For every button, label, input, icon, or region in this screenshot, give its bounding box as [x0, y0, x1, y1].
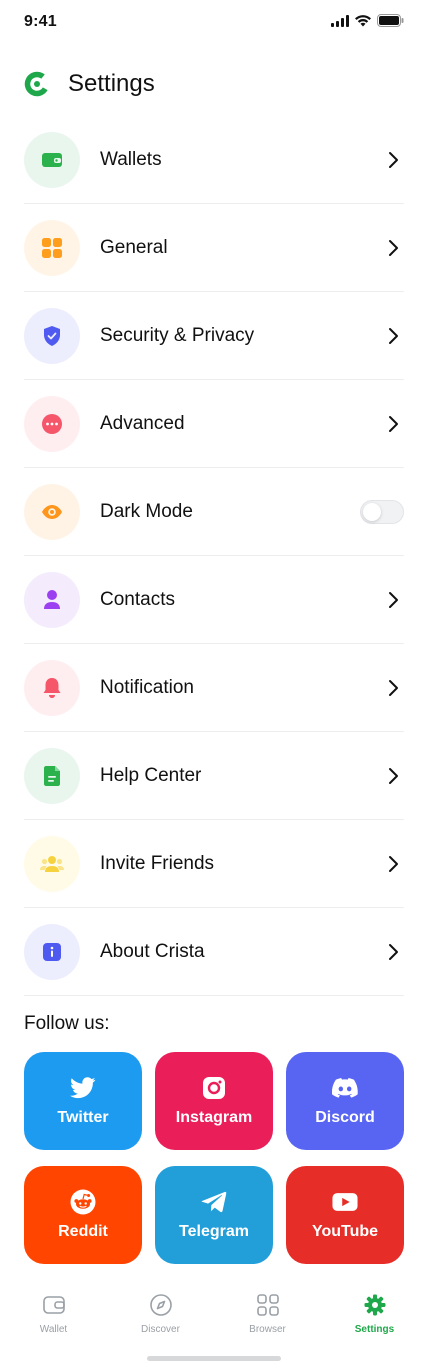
wallet-outline-icon	[42, 1293, 66, 1317]
settings-icon-circle	[24, 483, 80, 540]
twitter-button[interactable]: Twitter	[24, 1052, 142, 1150]
social-label: Instagram	[175, 1109, 253, 1126]
status-time: 9:41	[24, 13, 57, 30]
settings-item-security-privacy[interactable]: Security & Privacy	[24, 292, 404, 380]
settings-icon-circle	[24, 307, 80, 364]
status-bar: 9:41	[0, 0, 428, 44]
chevron-right-icon	[389, 855, 398, 872]
chevron-right-icon	[389, 151, 398, 168]
chevron-right-icon	[389, 767, 398, 784]
social-links-grid: Twitter Instagram Discord Reddit Telegra…	[24, 1052, 404, 1264]
telegram-icon	[201, 1189, 227, 1215]
user-icon	[44, 589, 60, 609]
settings-icon-circle	[24, 923, 80, 980]
settings-item-label: Advanced	[100, 412, 185, 434]
dark-mode-toggle[interactable]	[360, 499, 404, 524]
social-label: Twitter	[57, 1109, 109, 1126]
wifi-icon	[355, 14, 371, 26]
settings-item-label: Help Center	[100, 764, 202, 786]
settings-item-label: Security & Privacy	[100, 324, 255, 346]
nav-item-browser[interactable]: Browser	[214, 1280, 321, 1340]
discord-button[interactable]: Discord	[286, 1052, 404, 1150]
nav-item-wallet[interactable]: Wallet	[0, 1280, 107, 1340]
settings-item-wallets[interactable]: Wallets	[24, 116, 404, 204]
status-icons	[331, 14, 404, 27]
chevron-right-icon	[389, 679, 398, 696]
page-title: Settings	[68, 70, 155, 97]
settings-icon-circle	[24, 659, 80, 716]
settings-icon-circle	[24, 131, 80, 188]
compass-icon	[149, 1293, 173, 1317]
apps-icon	[256, 1293, 280, 1317]
settings-item-general[interactable]: General	[24, 204, 404, 292]
page-header: Settings	[24, 66, 155, 102]
youtube-button[interactable]: YouTube	[286, 1166, 404, 1264]
social-label: Discord	[315, 1109, 375, 1126]
users-icon	[40, 855, 64, 872]
settings-item-help-center[interactable]: Help Center	[24, 732, 404, 820]
reddit-button[interactable]: Reddit	[24, 1166, 142, 1264]
settings-item-contacts[interactable]: Contacts	[24, 556, 404, 644]
grid-icon	[42, 237, 62, 258]
more-icon	[42, 413, 62, 434]
chevron-right-icon	[389, 943, 398, 960]
nav-item-discover[interactable]: Discover	[107, 1280, 214, 1340]
instagram-button[interactable]: Instagram	[155, 1052, 273, 1150]
shield-icon	[44, 325, 60, 346]
settings-icon-circle	[24, 747, 80, 804]
social-label: Telegram	[179, 1223, 249, 1240]
telegram-button[interactable]: Telegram	[155, 1166, 273, 1264]
nav-label: Settings	[354, 1324, 395, 1335]
follow-us-heading: Follow us:	[24, 1013, 110, 1034]
chevron-right-icon	[389, 415, 398, 432]
settings-item-notification[interactable]: Notification	[24, 644, 404, 732]
instagram-icon	[201, 1075, 227, 1101]
settings-icon-circle	[24, 571, 80, 628]
settings-item-label: Invite Friends	[100, 852, 215, 874]
reddit-icon	[70, 1189, 96, 1215]
nav-label: Browser	[249, 1324, 286, 1335]
settings-item-about-crista[interactable]: About Crista	[24, 908, 404, 996]
discord-icon	[332, 1075, 358, 1101]
home-indicator	[147, 1356, 281, 1361]
settings-icon-circle	[24, 835, 80, 892]
nav-label: Discover	[141, 1324, 180, 1335]
chevron-right-icon	[389, 239, 398, 256]
twitter-icon	[70, 1075, 96, 1101]
settings-list: Wallets General Security & Privacy Advan…	[24, 116, 404, 996]
chevron-right-icon	[389, 591, 398, 608]
chevron-right-icon	[389, 327, 398, 344]
wallet-icon	[42, 152, 62, 167]
settings-item-advanced[interactable]: Advanced	[24, 380, 404, 468]
settings-item-label: General	[100, 236, 168, 258]
settings-item-dark-mode: Dark Mode	[24, 468, 404, 556]
settings-item-label: About Crista	[100, 940, 205, 962]
eye-icon	[42, 504, 62, 519]
nav-label: Wallet	[39, 1324, 68, 1335]
bottom-nav: Wallet Discover Browser Settings	[0, 1280, 428, 1340]
settings-item-label: Dark Mode	[100, 500, 193, 522]
settings-item-label: Notification	[100, 676, 194, 698]
nav-item-settings[interactable]: Settings	[321, 1280, 428, 1340]
cellular-signal-icon	[331, 14, 349, 27]
social-label: Reddit	[58, 1223, 108, 1240]
settings-item-label: Wallets	[100, 148, 162, 170]
bell-icon	[43, 677, 61, 698]
document-icon	[44, 765, 60, 786]
crista-logo-icon	[24, 71, 50, 97]
settings-item-label: Contacts	[100, 588, 175, 610]
social-label: YouTube	[311, 1223, 379, 1240]
youtube-icon	[332, 1189, 358, 1215]
toggle-knob	[363, 502, 381, 521]
info-icon	[43, 942, 61, 961]
battery-icon	[377, 14, 404, 27]
settings-item-invite-friends[interactable]: Invite Friends	[24, 820, 404, 908]
gear-icon	[363, 1293, 387, 1317]
settings-icon-circle	[24, 219, 80, 276]
settings-icon-circle	[24, 395, 80, 452]
